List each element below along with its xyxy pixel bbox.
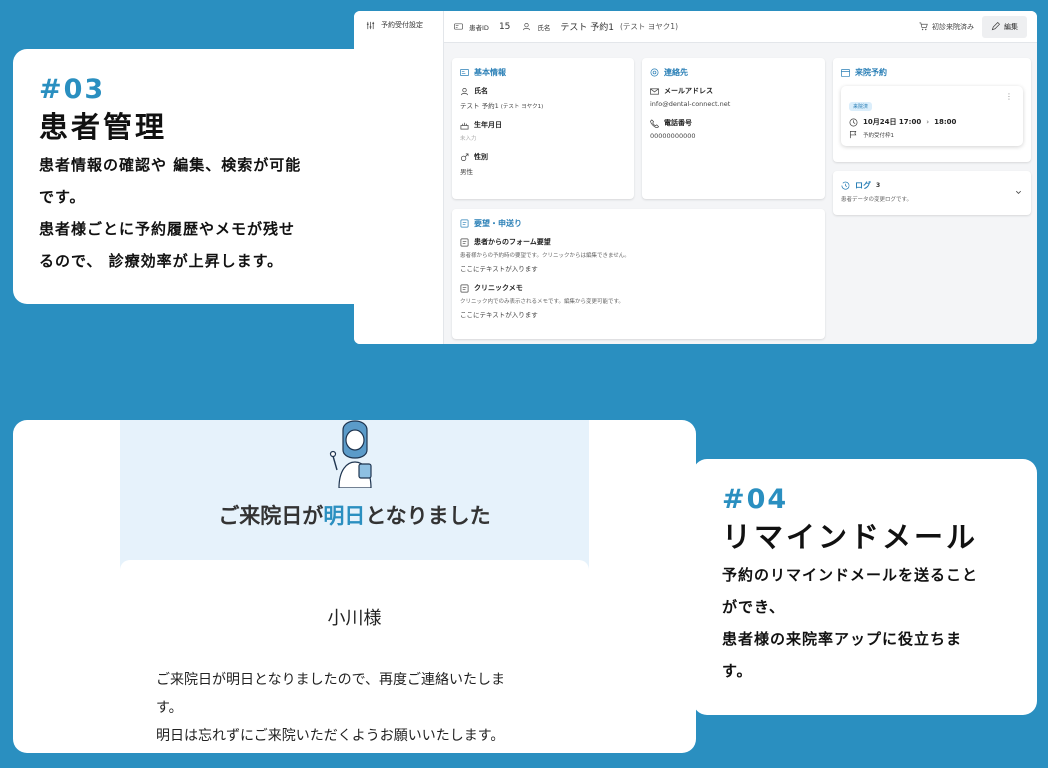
recipient-name: 小川様 bbox=[327, 608, 382, 629]
basic-info-panel: 基本情報 氏名 テスト 予約1 (テスト ヨヤク1) 生年月日 未入力 性別 男… bbox=[452, 58, 634, 199]
form-request-value: ここにテキストが入ります bbox=[460, 265, 538, 273]
cart-icon bbox=[919, 22, 928, 31]
arrow-icon: › bbox=[926, 118, 930, 126]
person-icon bbox=[523, 22, 531, 31]
email-body-line: ご来院日が明日となりましたので、再度ご連絡いたしま bbox=[156, 672, 506, 688]
email-label: メールアドレス bbox=[664, 87, 713, 95]
note-icon bbox=[460, 238, 469, 246]
feature-desc-line: るので、 診療効率が上昇します。 bbox=[39, 252, 284, 270]
phone-label: 電話番号 bbox=[664, 119, 692, 127]
appointment-card[interactable]: 来院済 ⋮ 10月24日 17:00 › 18:00 予約受付枠1 bbox=[841, 86, 1023, 146]
note-icon bbox=[460, 284, 469, 292]
patient-name: テスト 予約1 bbox=[560, 23, 614, 33]
name-kana: (テスト ヨヤク1) bbox=[500, 104, 544, 110]
status-badge: 来院済 bbox=[849, 102, 873, 111]
panel-title: ログ bbox=[855, 181, 871, 190]
panel-title: 連絡先 bbox=[664, 68, 688, 77]
patient-detail-screenshot: 予約受付設定 患者ID 15 氏名 テスト 予約1 (テスト ヨヤク1) 初診来… bbox=[354, 11, 1037, 344]
feature-desc-line: 予約のリマインドメールを送ること bbox=[722, 566, 979, 584]
sidebar-item-label: 予約受付設定 bbox=[381, 21, 423, 29]
history-icon bbox=[841, 181, 850, 190]
feature-desc-line: 患者情報の確認や 編集、検索が可能 bbox=[39, 156, 302, 174]
patient-id-value: 15 bbox=[498, 21, 511, 32]
clock-icon bbox=[849, 118, 858, 126]
patient-id-label: 患者ID bbox=[469, 23, 489, 32]
headline-text: ご来院日が bbox=[218, 504, 324, 528]
log-description: 患者データの変更ログです。 bbox=[841, 197, 912, 203]
log-count: 3 bbox=[876, 182, 881, 189]
sidebar-item-reservation-settings[interactable]: 予約受付設定 bbox=[354, 11, 443, 30]
panel-title: 基本情報 bbox=[474, 68, 506, 77]
panel-title: 来院予約 bbox=[855, 68, 887, 77]
clinic-memo-note: クリニック内でのみ表示されるメモです。編集から変更可能です。 bbox=[460, 299, 624, 305]
gender-value: 男性 bbox=[460, 168, 473, 176]
gender-label: 性別 bbox=[474, 153, 488, 161]
feature-description: 患者情報の確認や 編集、検索が可能 です。 患者様ごとに予約履歴やメモが残せ る… bbox=[39, 149, 339, 277]
sliders-icon bbox=[366, 21, 375, 29]
visit-panel: 来院予約 来院済 ⋮ 10月24日 17:00 › 18:00 予約受付枠1 bbox=[833, 58, 1031, 162]
name-field-value: テスト 予約1 (テスト ヨヤク1) bbox=[460, 100, 626, 110]
first-visit-button-label: 初診来院済み bbox=[932, 22, 974, 31]
feature-card-reminder-mail: #04 リマインドメール 予約のリマインドメールを送ること ができ、 患者様の来… bbox=[693, 459, 1037, 715]
email-body-text: ご来院日が明日となりましたので、再度ご連絡いたしま す。 明日は忘れずにご来院い… bbox=[156, 666, 556, 750]
feature-desc-line: 患者様ごとに予約履歴やメモが残せ bbox=[39, 220, 296, 238]
appointment-slot: 予約受付枠1 bbox=[863, 132, 894, 139]
contact-panel: 連絡先 メールアドレス info@dental-connect.net 電話番号… bbox=[642, 58, 825, 199]
birthdate-label: 生年月日 bbox=[474, 121, 502, 129]
form-request-label: 患者からのフォーム要望 bbox=[474, 238, 551, 246]
cake-icon bbox=[460, 122, 469, 129]
reminder-email-preview: ご来院日が明日となりました 小川様 ご来院日が明日となりましたので、再度ご連絡い… bbox=[13, 420, 696, 753]
headline-text: となりました bbox=[365, 504, 491, 528]
name-value: テスト 予約1 bbox=[460, 102, 499, 110]
id-card-icon bbox=[460, 68, 469, 77]
birthdate-value: 未入力 bbox=[460, 136, 477, 142]
feature-desc-line: です。 bbox=[39, 188, 86, 206]
feature-card-patient-management: #03 患者管理 患者情報の確認や 編集、検索が可能 です。 患者様ごとに予約履… bbox=[13, 49, 369, 304]
panel-title: 要望・申送り bbox=[474, 219, 522, 228]
flag-icon bbox=[849, 130, 857, 139]
email-value[interactable]: info@dental-connect.net bbox=[650, 100, 817, 108]
email-body-line: 明日は忘れずにご来院いただくようお願いいたします。 bbox=[156, 728, 505, 744]
feature-desc-line: す。 bbox=[722, 662, 753, 680]
gender-icon bbox=[460, 153, 469, 161]
clinic-memo-label: クリニックメモ bbox=[474, 284, 523, 292]
sidebar: 予約受付設定 bbox=[354, 11, 444, 344]
log-panel[interactable]: ログ 3 患者データの変更ログです。 bbox=[833, 171, 1031, 215]
edit-button-label: 編集 bbox=[1004, 22, 1018, 31]
id-card-icon bbox=[454, 23, 463, 30]
phone-icon bbox=[650, 118, 659, 128]
note-icon bbox=[460, 219, 469, 228]
headline-highlight: 明日 bbox=[323, 504, 366, 528]
patient-header: 患者ID 15 氏名 テスト 予約1 (テスト ヨヤク1) 初診来院済み 編集 bbox=[444, 11, 1037, 43]
feature-title: リマインドメール bbox=[722, 520, 979, 554]
feature-description: 予約のリマインドメールを送ること ができ、 患者様の来院率アップに役立ちま す。 bbox=[722, 559, 1012, 687]
person-icon bbox=[460, 87, 469, 95]
email-headline: ご来院日が明日となりました bbox=[120, 500, 589, 530]
chevron-down-icon[interactable] bbox=[1014, 188, 1023, 197]
feature-desc-line: ができ、 bbox=[722, 598, 785, 616]
name-field-label: 氏名 bbox=[474, 87, 488, 95]
appointment-end: 18:00 bbox=[934, 118, 957, 126]
phone-value[interactable]: 00000000000 bbox=[650, 132, 817, 140]
calendar-icon bbox=[841, 68, 850, 77]
feature-title: 患者管理 bbox=[39, 110, 168, 144]
requests-panel: 要望・申送り 患者からのフォーム要望 患者様からの予約時の要望です。クリニックか… bbox=[452, 209, 825, 339]
more-menu-icon[interactable]: ⋮ bbox=[1005, 92, 1013, 101]
feature-number: #03 bbox=[39, 74, 106, 105]
pencil-icon bbox=[991, 22, 1000, 31]
feature-desc-line: 患者様の来院率アップに役立ちま bbox=[722, 630, 963, 648]
feature-number: #04 bbox=[722, 484, 789, 515]
clinic-memo-value: ここにテキストが入ります bbox=[460, 311, 538, 319]
at-icon bbox=[650, 68, 659, 77]
first-visit-button[interactable]: 初診来院済み bbox=[919, 22, 974, 32]
name-label: 氏名 bbox=[537, 23, 551, 32]
email-hero: ご来院日が明日となりました bbox=[120, 420, 589, 570]
form-request-note: 患者様からの予約時の要望です。クリニックからは編集できません。 bbox=[460, 253, 630, 259]
mail-icon bbox=[650, 87, 659, 95]
edit-button[interactable]: 編集 bbox=[982, 15, 1027, 38]
appointment-start: 10月24日 17:00 bbox=[863, 118, 922, 126]
patient-name-kana: (テスト ヨヤク1) bbox=[619, 22, 678, 31]
nurse-illustration-icon bbox=[329, 420, 372, 488]
email-body-line: す。 bbox=[156, 700, 183, 716]
